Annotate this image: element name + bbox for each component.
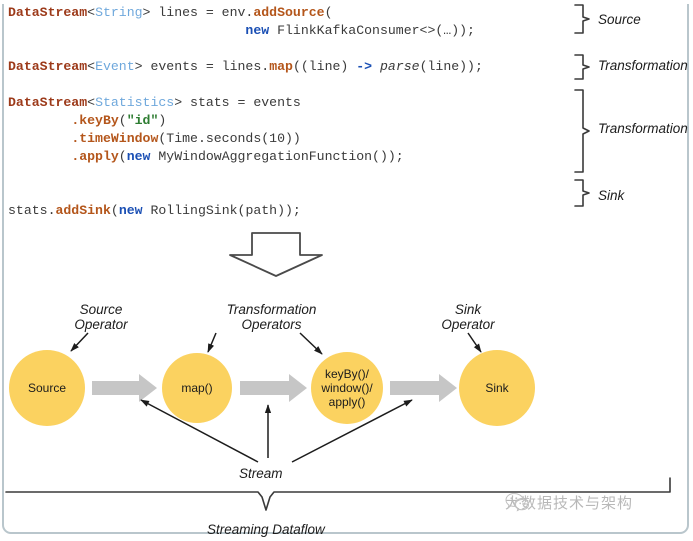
stream-arrows	[92, 374, 457, 402]
stream-arrow-1	[92, 374, 157, 402]
streaming-dataflow-label: Streaming Dataflow	[207, 522, 325, 537]
wechat-icon	[505, 492, 530, 512]
pointer-sink-operator	[467, 332, 482, 353]
watermark: 大数据技术与架构	[505, 492, 633, 513]
diagram-arrow-layer	[5, 332, 671, 511]
node-keyby-window-apply[interactable]: keyBy()/ window()/ apply()	[311, 352, 383, 424]
stream-label: Stream	[239, 466, 283, 481]
stream-arrow-3	[390, 374, 457, 402]
flink-dataflow-figure: DataStream<String> lines = env.addSource…	[0, 0, 693, 541]
node-map[interactable]: map()	[162, 353, 232, 423]
pointer-source-operator	[70, 332, 89, 352]
pointer-transformation-right	[299, 332, 323, 355]
node-sink[interactable]: Sink	[459, 350, 535, 426]
pointer-transformation-left	[207, 332, 217, 353]
node-source[interactable]: Source	[9, 350, 85, 426]
stream-arrow-2	[240, 374, 307, 402]
